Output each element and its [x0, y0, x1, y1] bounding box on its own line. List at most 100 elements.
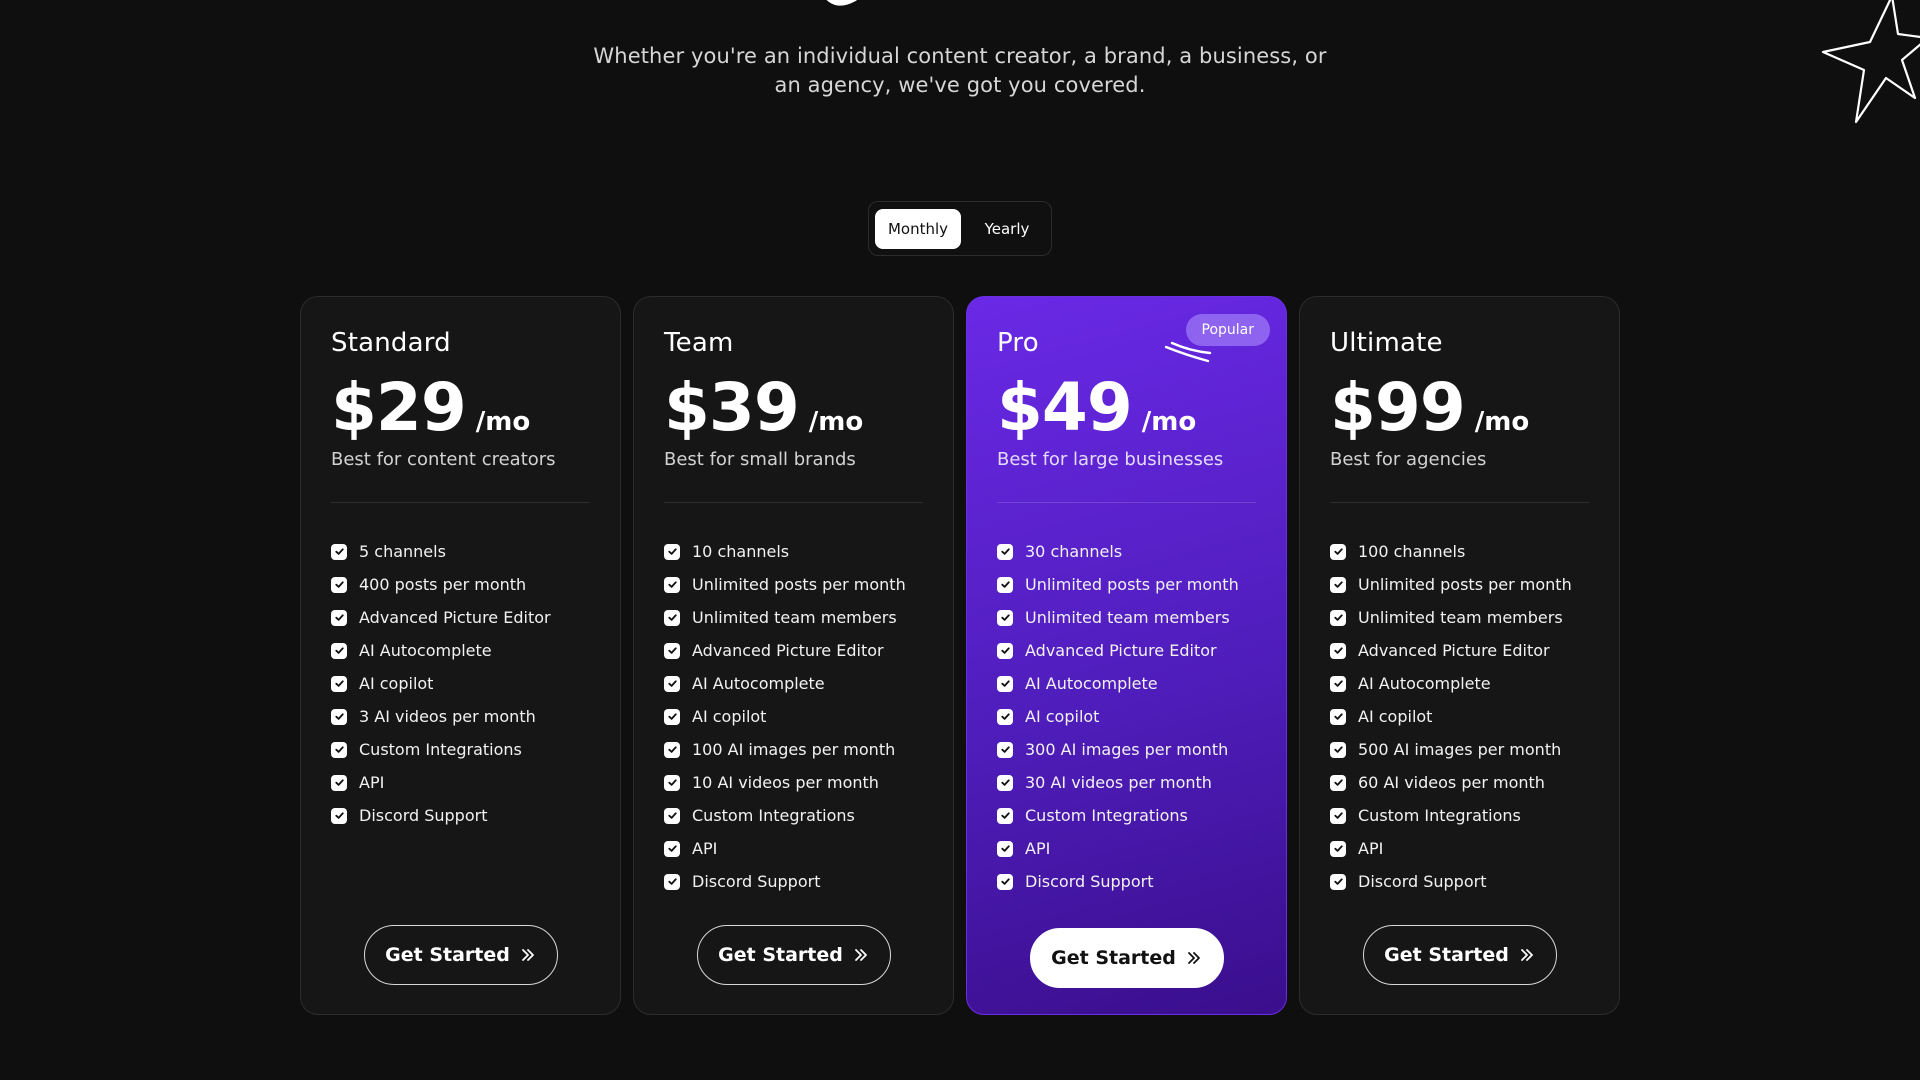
price-period: /mo [808, 407, 864, 437]
feature-label: Custom Integrations [1025, 806, 1188, 825]
check-square-icon [664, 741, 680, 758]
feature-label: Advanced Picture Editor [692, 641, 884, 660]
check-square-icon [331, 609, 347, 626]
pricing-cards: Standard $29 /mo Best for content creato… [300, 296, 1620, 1015]
check-square-icon [1330, 741, 1346, 758]
check-square-icon [664, 774, 680, 791]
star-outline-icon [1821, 0, 1920, 124]
plan-name: Standard [331, 328, 451, 358]
check-square-icon [664, 576, 680, 593]
feature-item: Unlimited posts per month [664, 568, 923, 601]
feature-item: Unlimited posts per month [997, 568, 1256, 601]
feature-label: 400 posts per month [359, 575, 527, 594]
check-square-icon [664, 708, 680, 725]
feature-item: 60 AI videos per month [1330, 766, 1589, 799]
feature-label: API [1358, 839, 1384, 858]
check-square-icon [1330, 873, 1346, 890]
feature-item: Discord Support [331, 799, 590, 832]
feature-label: Discord Support [1025, 872, 1154, 891]
feature-item: API [1330, 832, 1589, 865]
feature-item: 30 AI videos per month [997, 766, 1256, 799]
check-square-icon [997, 741, 1013, 758]
feature-label: AI copilot [1025, 707, 1100, 726]
check-square-icon [331, 741, 347, 758]
cta-label: Get Started [385, 944, 510, 966]
monthly-toggle-button[interactable]: Monthly [875, 208, 961, 249]
billing-period-toggle: Monthly Yearly [868, 201, 1052, 256]
price-period: /mo [1474, 407, 1530, 437]
check-square-icon [664, 543, 680, 560]
plan-price: $49 [997, 369, 1133, 446]
feature-label: AI Autocomplete [1025, 674, 1158, 693]
feature-label: AI Autocomplete [359, 641, 492, 660]
plan-card-ultimate: Ultimate $99 /mo Best for agencies 100 c… [1299, 296, 1620, 1015]
get-started-button[interactable]: Get Started [1029, 928, 1224, 988]
double-chevron-right-icon [1519, 947, 1535, 963]
price-period: /mo [1141, 407, 1197, 437]
check-square-icon [664, 807, 680, 824]
check-square-icon [664, 642, 680, 659]
get-started-button[interactable]: Get Started [363, 925, 558, 985]
feature-label: Custom Integrations [692, 806, 855, 825]
check-square-icon [664, 873, 680, 890]
feature-item: 10 AI videos per month [664, 766, 923, 799]
plan-price: $99 [1330, 369, 1466, 446]
feature-item: Discord Support [997, 865, 1256, 898]
pricing-subtitle: Whether you're an individual content cre… [560, 42, 1360, 100]
feature-item: AI copilot [1330, 700, 1589, 733]
check-square-icon [997, 840, 1013, 857]
feature-label: Discord Support [1358, 872, 1487, 891]
plan-description: Best for small brands [664, 449, 856, 470]
get-started-button[interactable]: Get Started [1362, 925, 1557, 985]
feature-label: API [692, 839, 718, 858]
feature-label: Custom Integrations [359, 740, 522, 759]
get-started-button[interactable]: Get Started [696, 925, 891, 985]
check-square-icon [997, 675, 1013, 692]
double-chevron-right-icon [853, 947, 869, 963]
subtitle-line-1: Whether you're an individual content cre… [593, 44, 1327, 68]
check-square-icon [997, 708, 1013, 725]
price-row: $39 /mo [664, 373, 923, 443]
feature-list: 30 channels Unlimited posts per month Un… [997, 535, 1256, 898]
feature-item: API [997, 832, 1256, 865]
check-square-icon [997, 873, 1013, 890]
check-square-icon [997, 642, 1013, 659]
feature-label: Unlimited posts per month [692, 575, 906, 594]
feature-item: Discord Support [1330, 865, 1589, 898]
check-square-icon [331, 708, 347, 725]
check-square-icon [331, 675, 347, 692]
feature-item: 30 channels [997, 535, 1256, 568]
feature-label: API [1025, 839, 1051, 858]
price-row: $29 /mo [331, 373, 590, 443]
feature-item: API [331, 766, 590, 799]
feature-label: Advanced Picture Editor [1358, 641, 1550, 660]
feature-label: Advanced Picture Editor [1025, 641, 1217, 660]
feature-item: API [664, 832, 923, 865]
feature-label: 10 AI videos per month [692, 773, 879, 792]
cta-label: Get Started [718, 944, 843, 966]
check-square-icon [664, 675, 680, 692]
feature-label: Discord Support [359, 806, 488, 825]
feature-label: 300 AI images per month [1025, 740, 1229, 759]
feature-item: 500 AI images per month [1330, 733, 1589, 766]
feature-label: AI Autocomplete [692, 674, 825, 693]
feature-label: AI copilot [359, 674, 434, 693]
plan-card-standard: Standard $29 /mo Best for content creato… [300, 296, 621, 1015]
feature-item: 100 channels [1330, 535, 1589, 568]
plan-name: Ultimate [1330, 328, 1443, 358]
feature-label: AI copilot [692, 707, 767, 726]
check-square-icon [1330, 609, 1346, 626]
feature-item: 300 AI images per month [997, 733, 1256, 766]
feature-label: Unlimited posts per month [1025, 575, 1239, 594]
yearly-toggle-button[interactable]: Yearly [969, 209, 1045, 249]
feature-item: Custom Integrations [664, 799, 923, 832]
feature-label: Discord Support [692, 872, 821, 891]
check-square-icon [331, 642, 347, 659]
feature-label: Advanced Picture Editor [359, 608, 551, 627]
subtitle-line-2: an agency, we've got you covered. [774, 73, 1146, 97]
plan-card-pro: Popular Pro $49 /mo Best for large busin… [966, 296, 1287, 1015]
feature-item: 10 channels [664, 535, 923, 568]
swoosh-decoration-icon [1164, 341, 1212, 363]
feature-list: 100 channels Unlimited posts per month U… [1330, 535, 1589, 898]
check-square-icon [331, 543, 347, 560]
